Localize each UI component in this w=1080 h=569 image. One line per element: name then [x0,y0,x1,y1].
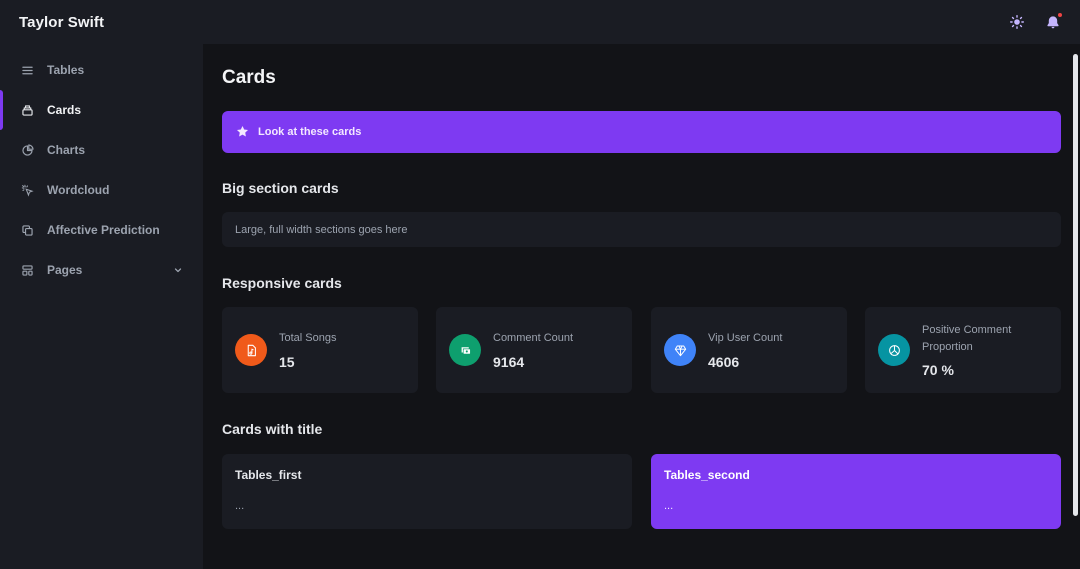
stat-value: 70 % [922,362,954,378]
stat-value: 4606 [708,354,740,370]
big-section-text: Large, full width sections goes here [235,223,408,236]
chevron-down-icon[interactable] [173,265,183,275]
section-title-big: Big section cards [222,180,339,196]
cash-icon [449,334,481,366]
sidebar-item-tables[interactable]: Tables [0,50,203,90]
sidebar-item-label: Affective Prediction [47,223,160,237]
banner-text: Look at these cards [258,126,362,138]
sidebar-item-wordcloud[interactable]: Wordcloud [0,170,203,210]
pages-icon [20,263,34,277]
stat-label: Vip User Count [708,332,783,344]
copy-icon [20,223,34,237]
sidebar-item-label: Pages [47,263,83,277]
sidebar-item-affective-prediction[interactable]: Affective Prediction [0,210,203,250]
bell-icon[interactable] [1045,12,1063,30]
banner-link[interactable]: Look at these cards [222,111,1061,153]
sidebar-item-pages[interactable]: Pages [0,250,203,290]
stat-label: Total Songs [279,332,337,344]
stat-card-comment-count: Comment Count 9164 [436,307,632,393]
card-title: Tables_second [664,468,750,482]
notification-badge [1057,12,1063,18]
stat-label: Comment Count [493,332,574,344]
big-section-card: Large, full width sections goes here [222,212,1061,247]
main-content: Cards Look at these cards Big section ca… [203,44,1071,569]
sidebar-item-label: Charts [47,143,86,157]
titled-card-second: Tables_second ... [651,454,1061,529]
stat-label: Positive Comment Proportion [922,324,1012,353]
sidebar-item-label: Cards [47,103,82,117]
diamond-icon [664,334,696,366]
titled-card-first: Tables_first ... [222,454,632,529]
section-title-responsive: Responsive cards [222,275,342,291]
stat-card-vip-user-count: Vip User Count 4606 [651,307,847,393]
stat-value: 15 [279,354,295,370]
card-title: Tables_first [235,468,302,482]
header-actions [1009,12,1063,30]
sidebar: Tables Cards Charts Wordcloud Affective … [0,44,203,569]
scrollbar[interactable] [1071,44,1080,569]
chart-icon [20,143,34,157]
sun-icon[interactable] [1009,14,1025,30]
scrollbar-thumb[interactable] [1073,54,1078,516]
section-title-cards-with-title: Cards with title [222,421,323,437]
pie-chart-icon [878,334,910,366]
stat-card-positive-comment-proportion: Positive Comment Proportion 70 % [865,307,1061,393]
star-icon [236,125,250,139]
sidebar-item-charts[interactable]: Charts [0,130,203,170]
app-title[interactable]: Taylor Swift [19,14,104,31]
sidebar-item-label: Tables [47,63,85,77]
music-file-icon [235,334,267,366]
card-body: ... [664,500,674,512]
page-title: Cards [222,67,276,88]
card-body: ... [235,500,245,512]
cards-icon [20,103,34,117]
top-header: Taylor Swift [0,0,1080,44]
stat-card-total-songs: Total Songs 15 [222,307,418,393]
stat-value: 9164 [493,354,525,370]
sidebar-item-label: Wordcloud [47,183,110,197]
sidebar-item-cards[interactable]: Cards [0,90,203,130]
table-icon [20,63,34,77]
cursor-click-icon [20,183,34,197]
